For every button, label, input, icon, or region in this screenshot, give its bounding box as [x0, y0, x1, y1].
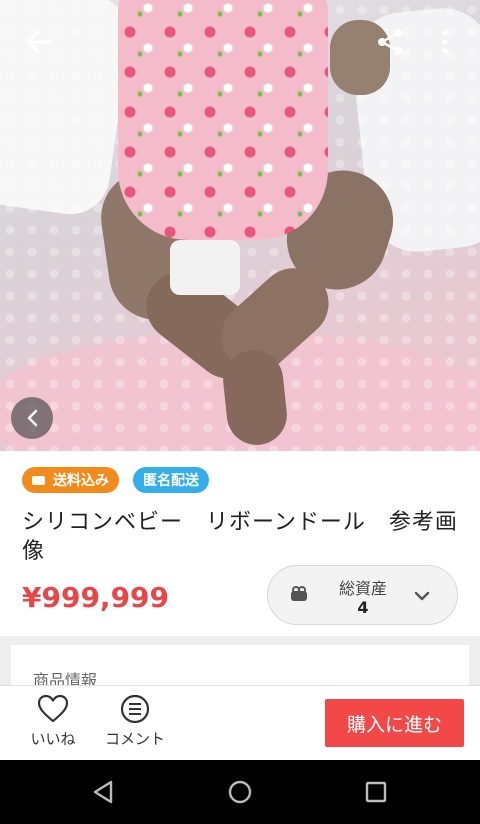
- share-button[interactable]: [370, 22, 410, 62]
- chevron-down-icon: [414, 591, 430, 601]
- shipping-included-label: 送料込み: [53, 473, 109, 489]
- comment-button[interactable]: コメント: [98, 694, 172, 749]
- bottom-action-bar: いいね コメント 購入に進む: [0, 685, 480, 760]
- shipping-included-badge: 送料込み: [22, 467, 119, 493]
- truck-icon: [32, 475, 45, 485]
- product-price: ¥999,999: [22, 581, 170, 614]
- heart-icon: [37, 694, 69, 723]
- item-info-panel: 送料込み 匿名配送 シリコンベビー リボーンドール 参考画像 ¥999,999 …: [0, 451, 480, 636]
- more-options-button[interactable]: [428, 22, 462, 62]
- item-detail-screen: 送料込み 匿名配送 シリコンベビー リボーンドール 参考画像 ¥999,999 …: [0, 0, 480, 824]
- circle-home-icon[interactable]: [225, 777, 255, 807]
- photo-diaper: [170, 240, 240, 295]
- anonymous-shipping-badge: 匿名配送: [133, 467, 209, 493]
- product-photo[interactable]: [0, 0, 480, 451]
- total-assets-label: 総資産: [338, 579, 387, 598]
- buy-button[interactable]: 購入に進む: [325, 699, 464, 747]
- share-icon: [378, 29, 402, 55]
- arrow-left-icon: [26, 30, 51, 54]
- purse-icon: [291, 586, 307, 601]
- comment-icon: [120, 694, 150, 724]
- total-assets-button[interactable]: 総資産 4: [267, 565, 458, 625]
- comment-label: コメント: [104, 730, 165, 748]
- triangle-back-icon[interactable]: [89, 777, 119, 807]
- system-navigation-bar: [0, 760, 480, 824]
- photo-bodysuit: [118, 0, 328, 240]
- back-button[interactable]: [18, 22, 58, 62]
- anonymous-shipping-label: 匿名配送: [143, 473, 199, 489]
- chevron-left-icon: [27, 409, 38, 427]
- product-title: シリコンベビー リボーンドール 参考画像: [22, 510, 458, 564]
- total-assets-count: 4: [357, 598, 369, 617]
- like-label: いいね: [30, 730, 76, 748]
- previous-image-button[interactable]: [11, 397, 53, 439]
- like-button[interactable]: いいね: [20, 694, 86, 749]
- more-vertical-icon: [442, 30, 448, 54]
- square-recent-icon[interactable]: [361, 777, 391, 807]
